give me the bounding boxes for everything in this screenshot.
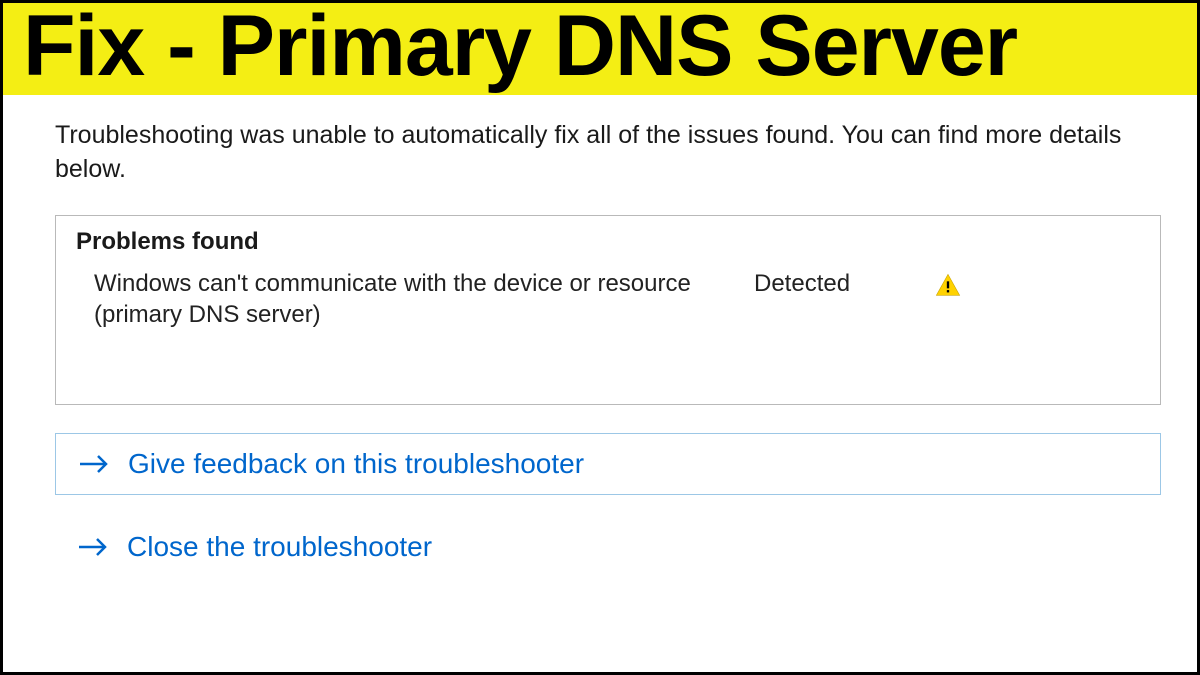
close-troubleshooter-link[interactable]: Close the troubleshooter [55, 517, 1161, 577]
close-troubleshooter-label: Close the troubleshooter [127, 531, 432, 563]
problem-description: Windows can't communicate with the devic… [94, 268, 734, 330]
give-feedback-link[interactable]: Give feedback on this troubleshooter [55, 433, 1161, 495]
summary-text: Troubleshooting was unable to automatica… [55, 119, 1161, 187]
give-feedback-label: Give feedback on this troubleshooter [128, 448, 584, 480]
banner-title: Fix - Primary DNS Server [23, 0, 1017, 94]
warning-icon [934, 272, 962, 300]
problems-found-box: Problems found Windows can't communicate… [55, 215, 1161, 405]
title-banner: Fix - Primary DNS Server [3, 3, 1197, 95]
arrow-right-icon [77, 535, 109, 559]
problem-row: Windows can't communicate with the devic… [76, 268, 1140, 330]
problem-status: Detected [754, 268, 914, 298]
problems-heading: Problems found [76, 228, 1140, 256]
troubleshooter-content: Troubleshooting was unable to automatica… [3, 95, 1197, 623]
arrow-right-icon [78, 452, 110, 476]
